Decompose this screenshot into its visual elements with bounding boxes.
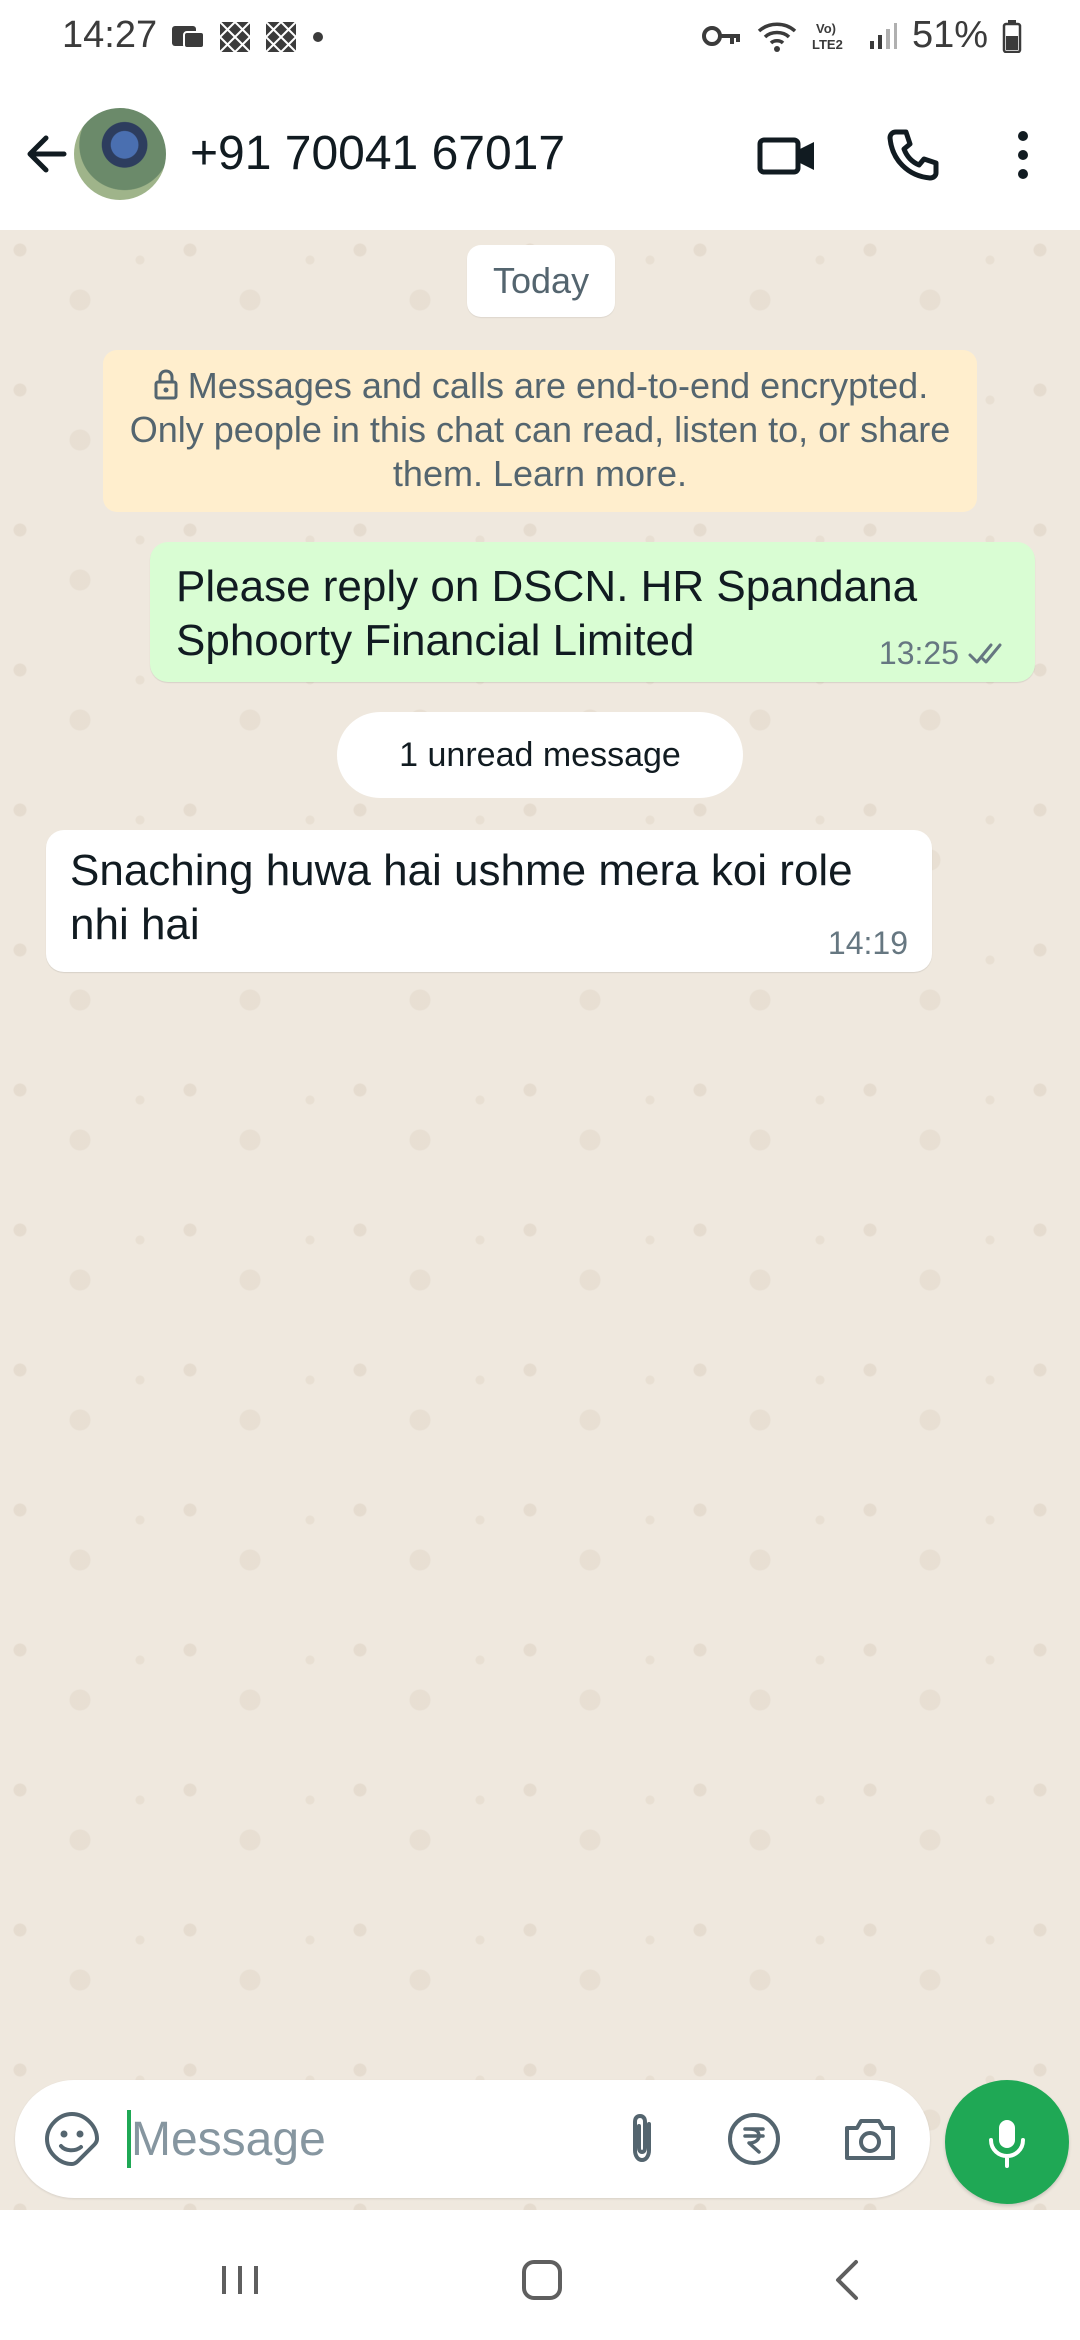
more-options-icon[interactable] — [988, 120, 1058, 190]
message-composer — [15, 2080, 930, 2198]
message-input[interactable] — [131, 2100, 571, 2178]
wifi-icon — [757, 22, 797, 52]
battery-percent: 51% — [911, 14, 988, 56]
back-arrow-icon[interactable] — [18, 122, 82, 186]
battery-icon — [1002, 19, 1022, 53]
recent-apps-icon[interactable] — [210, 2250, 270, 2310]
contact-name[interactable]: +91 70041 67017 — [190, 126, 565, 181]
message-time: 13:25 — [878, 635, 959, 671]
back-nav-icon[interactable] — [818, 2250, 878, 2310]
notification-icon — [172, 26, 205, 49]
volte-icon: Vo)LTE2 — [812, 21, 843, 52]
encryption-notice[interactable]: Messages and calls are end-to-end encryp… — [103, 350, 977, 512]
voice-message-button[interactable] — [945, 2080, 1069, 2204]
message-text: Please reply on DSCN. HR Spandana Sphoor… — [176, 562, 918, 665]
message-time: 14:19 — [827, 925, 908, 961]
chat-header: +91 70041 67017 — [0, 80, 1080, 230]
microphone-icon — [989, 2120, 1025, 2168]
attach-icon[interactable] — [611, 2108, 673, 2170]
video-call-icon[interactable] — [752, 120, 822, 190]
voice-call-icon[interactable] — [878, 120, 948, 190]
system-nav-bar — [0, 2210, 1080, 2340]
avatar[interactable] — [74, 108, 166, 200]
camera-icon[interactable] — [839, 2108, 901, 2170]
status-right-icons: Vo) LTE2 51% — [701, 14, 1022, 57]
sticker-icon[interactable] — [41, 2108, 103, 2170]
home-icon[interactable] — [512, 2250, 572, 2310]
date-chip: Today — [467, 245, 616, 317]
rupee-payment-icon[interactable] — [723, 2108, 785, 2170]
message-text: Snaching huwa hai ushme mera koi role nh… — [70, 846, 853, 949]
gallery-icon — [219, 21, 251, 53]
key-icon — [701, 25, 740, 46]
message-incoming[interactable]: Snaching huwa hai ushme mera koi role nh… — [46, 830, 932, 972]
status-time: 14:27 — [62, 14, 158, 56]
message-meta: 13:25 — [879, 635, 1011, 672]
signal-icon — [869, 22, 897, 49]
svg-text:LTE2: LTE2 — [812, 37, 843, 52]
encryption-text: Messages and calls are end-to-end encryp… — [129, 365, 951, 494]
svg-text:Vo): Vo) — [816, 21, 836, 36]
chat-area[interactable]: Today Messages and calls are end-to-end … — [0, 230, 1080, 2210]
lock-icon — [154, 369, 178, 400]
notification-icons — [170, 20, 326, 54]
status-bar: 14:27 Vo) LTE2 51% — [0, 0, 1080, 80]
dot-icon — [313, 32, 323, 42]
unread-divider: 1 unread message — [337, 712, 743, 798]
message-outgoing[interactable]: Please reply on DSCN. HR Spandana Sphoor… — [150, 542, 1035, 682]
double-check-icon — [968, 643, 1002, 663]
gallery-icon — [265, 21, 297, 53]
